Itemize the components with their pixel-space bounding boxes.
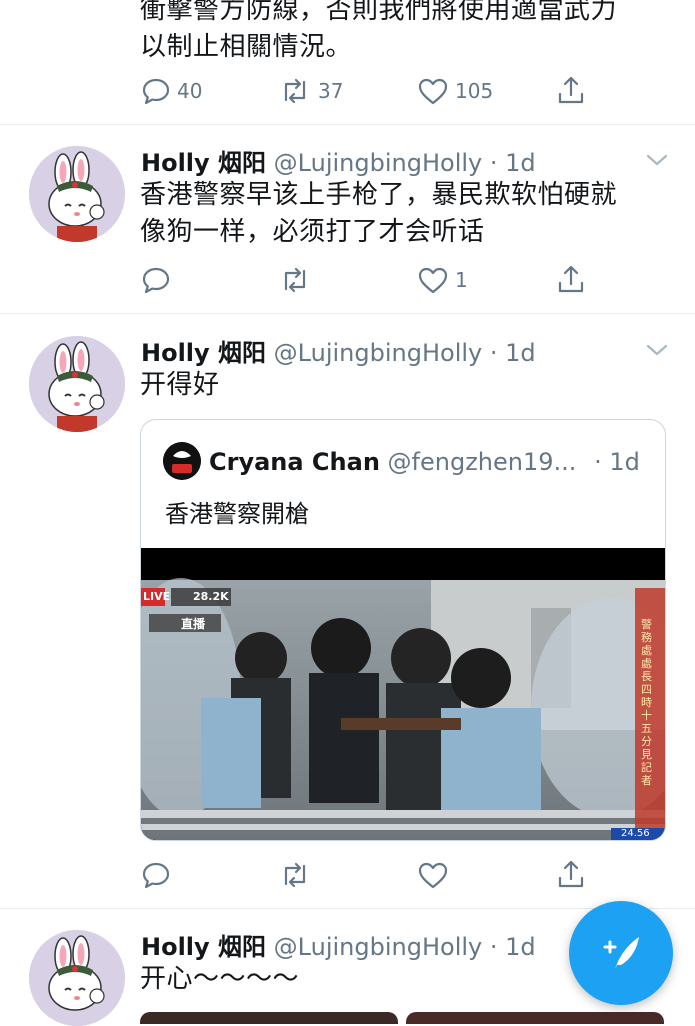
media-preview[interactable] bbox=[140, 1012, 398, 1024]
avatar[interactable] bbox=[29, 336, 125, 432]
retweet-button[interactable]: 37 bbox=[278, 76, 343, 106]
media-preview[interactable] bbox=[406, 1012, 664, 1024]
bunny-avatar-image bbox=[29, 930, 125, 1026]
quote-avatar bbox=[163, 442, 201, 480]
tweet-header: Holly 烟阳 @LujingbingHolly · 1d bbox=[141, 143, 536, 178]
reply-icon bbox=[142, 267, 170, 294]
heart-icon bbox=[418, 267, 448, 294]
avatar[interactable] bbox=[29, 146, 125, 242]
quoted-tweet-header: Cryana Chan @fengzhen19... · 1d bbox=[209, 448, 640, 476]
live-badge: LIVE bbox=[143, 590, 171, 603]
video-thumbnail[interactable]: LIVE 28.2K 直播 警務處處長四時十五分見記者 24.56 bbox=[141, 548, 665, 840]
share-button[interactable] bbox=[555, 74, 587, 106]
like-count: 1 bbox=[455, 268, 468, 292]
reply-count: 40 bbox=[177, 79, 203, 103]
heart-icon bbox=[418, 78, 448, 105]
share-icon bbox=[558, 265, 584, 293]
tweet-text: 开得好 bbox=[140, 370, 220, 400]
tweet-text: 香港警察早该上手枪了，暴民欺软怕硬就 像狗一样，必须打了才会听话 bbox=[140, 180, 618, 247]
heart-icon bbox=[418, 862, 448, 889]
user-handle[interactable]: @LujingbingHolly bbox=[274, 339, 483, 367]
tweet-text: 开心～～～～ bbox=[140, 964, 300, 994]
reply-icon bbox=[142, 78, 170, 105]
share-icon bbox=[558, 76, 584, 104]
side-caption: 警務處處長四時十五分見記者 bbox=[641, 618, 652, 787]
tweet-header: Holly 烟阳 @LujingbingHolly · 1d bbox=[141, 333, 536, 368]
like-button[interactable]: 1 bbox=[417, 265, 468, 295]
display-name[interactable]: Holly 烟阳 bbox=[141, 933, 266, 961]
timestamp: · 1d bbox=[489, 933, 536, 961]
quoted-tweet-text: 香港警察開槍 bbox=[165, 500, 309, 528]
compose-tweet-button[interactable] bbox=[569, 901, 673, 1005]
timestamp: · 1d bbox=[489, 149, 536, 177]
like-button[interactable] bbox=[417, 860, 449, 890]
share-button[interactable] bbox=[555, 858, 587, 890]
reply-icon bbox=[142, 862, 170, 889]
reply-button[interactable]: 40 bbox=[141, 76, 202, 106]
quoted-display-name: Cryana Chan bbox=[209, 448, 380, 476]
reply-button[interactable] bbox=[141, 860, 171, 890]
share-icon bbox=[558, 860, 584, 888]
avatar[interactable] bbox=[29, 930, 125, 1026]
quoted-tweet-card[interactable]: Cryana Chan @fengzhen19... · 1d 香港警察開槍 L… bbox=[140, 419, 666, 841]
display-name[interactable]: Holly 烟阳 bbox=[141, 339, 266, 367]
quote-avatar-image bbox=[163, 442, 201, 480]
reply-button[interactable] bbox=[141, 265, 177, 295]
retweet-button[interactable] bbox=[278, 860, 312, 890]
quoted-timestamp: · 1d bbox=[594, 448, 640, 476]
divider bbox=[0, 908, 695, 909]
chevron-down-icon[interactable] bbox=[645, 342, 669, 358]
compose-tweet-icon bbox=[603, 937, 639, 969]
user-handle[interactable]: @LujingbingHolly bbox=[274, 149, 483, 177]
quoted-user-handle: @fengzhen19... bbox=[387, 448, 577, 476]
tweet-header: Holly 烟阳 @LujingbingHolly · 1d bbox=[141, 927, 536, 962]
viewer-count: 28.2K bbox=[193, 590, 229, 603]
tweet-text: 衝擊警方防線，否則我們將使用適當武力 以制止相關情況。 bbox=[140, 0, 618, 62]
retweet-icon bbox=[284, 267, 306, 293]
retweet-button[interactable] bbox=[278, 265, 318, 295]
retweet-count: 37 bbox=[318, 79, 344, 103]
bunny-avatar-image bbox=[29, 146, 125, 242]
like-button[interactable]: 105 bbox=[417, 76, 493, 106]
bunny-avatar-image bbox=[29, 336, 125, 432]
display-name[interactable]: Holly 烟阳 bbox=[141, 149, 266, 177]
like-count: 105 bbox=[455, 79, 494, 103]
broadcast-tag: 直播 bbox=[181, 617, 206, 631]
divider bbox=[0, 124, 695, 125]
retweet-icon bbox=[284, 862, 306, 888]
retweet-icon bbox=[284, 78, 306, 104]
divider bbox=[0, 313, 695, 314]
chevron-down-icon[interactable] bbox=[645, 152, 669, 168]
user-handle[interactable]: @LujingbingHolly bbox=[274, 933, 483, 961]
corner-text: 24.56 bbox=[621, 828, 650, 839]
timestamp: · 1d bbox=[489, 339, 536, 367]
share-button[interactable] bbox=[555, 263, 587, 295]
